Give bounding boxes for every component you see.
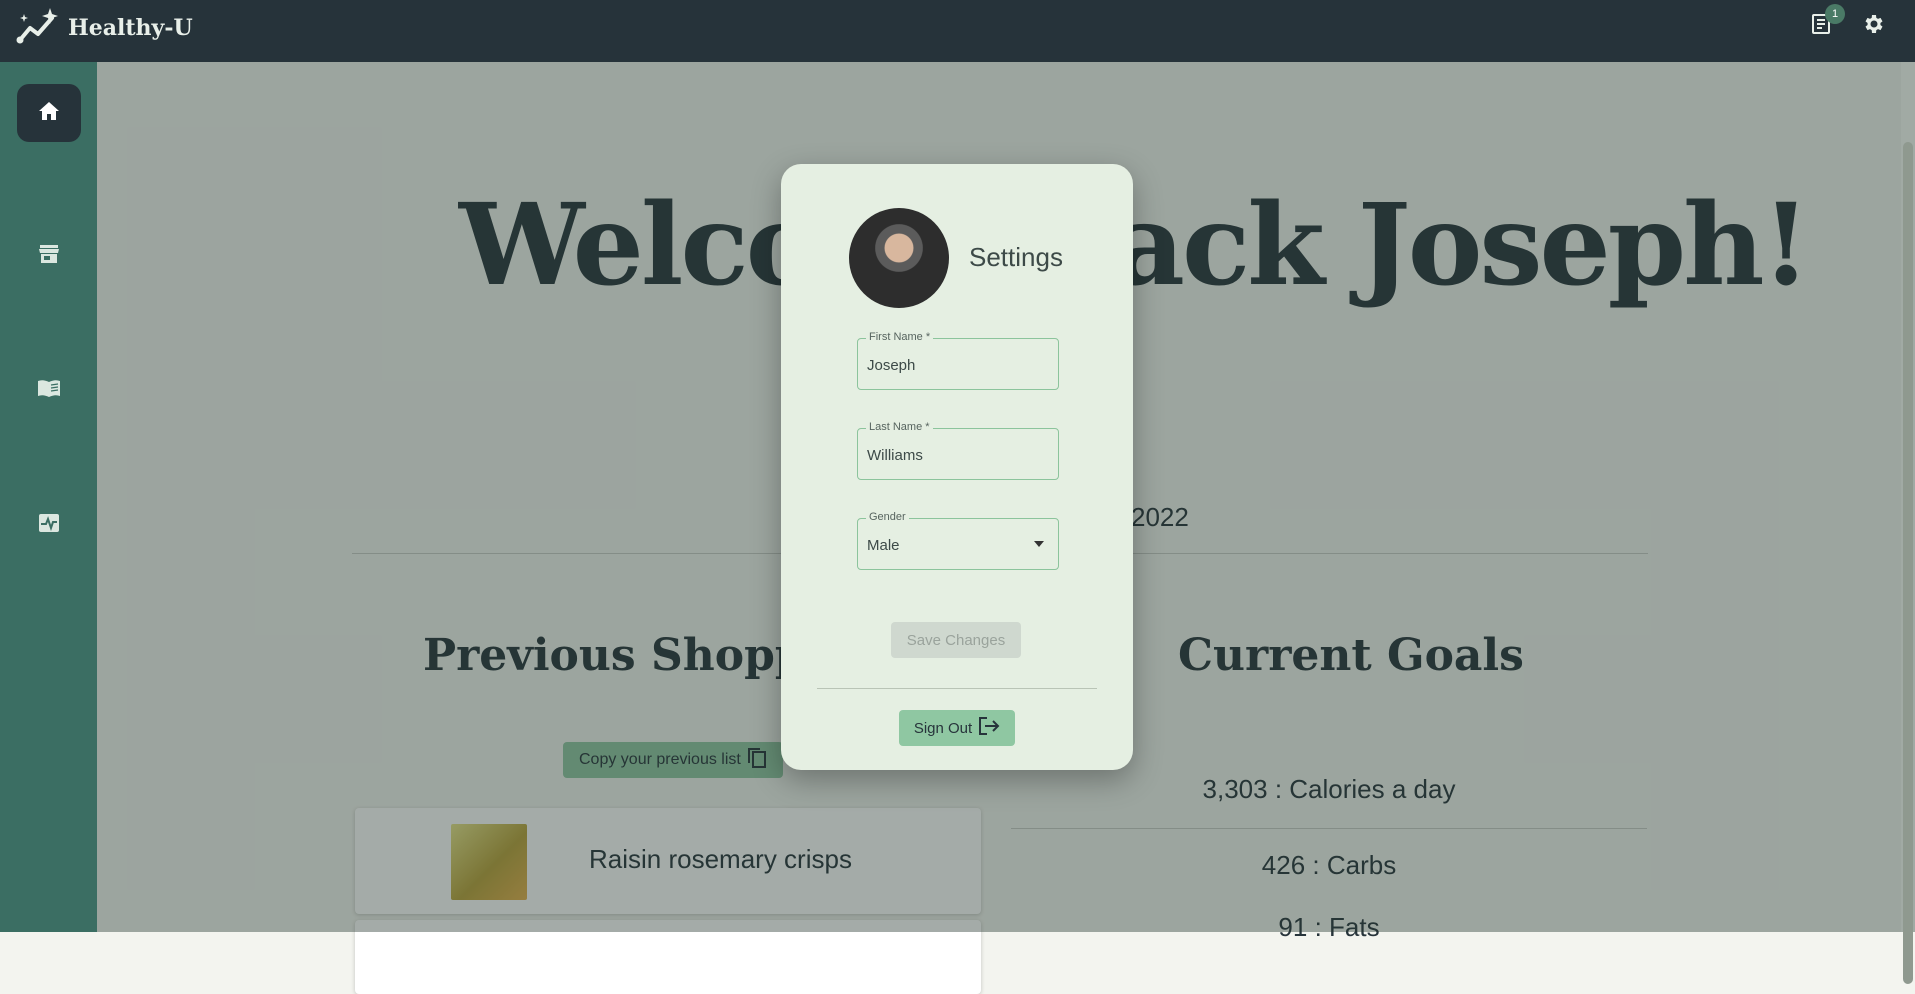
scrollbar-thumb[interactable] bbox=[1903, 142, 1913, 984]
brand[interactable]: Healthy-U bbox=[16, 6, 193, 49]
last-name-field[interactable]: Last Name * Williams bbox=[857, 421, 1059, 480]
sidebar bbox=[0, 62, 97, 932]
logout-icon bbox=[978, 716, 1000, 740]
settings-modal: Settings First Name * Joseph Last Name *… bbox=[781, 164, 1133, 770]
notes-button[interactable]: 1 bbox=[1807, 4, 1845, 40]
gender-label: Gender bbox=[866, 511, 909, 523]
first-name-value: Joseph bbox=[867, 357, 916, 374]
logo-icon bbox=[16, 6, 62, 49]
gear-icon bbox=[1861, 12, 1885, 41]
modal-divider bbox=[817, 688, 1097, 689]
nav-home[interactable] bbox=[17, 84, 81, 142]
scrollbar[interactable] bbox=[1901, 62, 1915, 984]
top-bar: Healthy-U 1 bbox=[0, 0, 1915, 62]
settings-button[interactable] bbox=[1859, 12, 1887, 40]
home-icon bbox=[38, 101, 60, 126]
sign-out-label: Sign Out bbox=[913, 719, 973, 737]
notification-badge: 1 bbox=[1825, 4, 1845, 24]
last-name-label: Last Name * bbox=[866, 421, 933, 433]
brand-name: Healthy-U bbox=[68, 14, 193, 41]
first-name-field[interactable]: First Name * Joseph bbox=[857, 331, 1059, 390]
nav-store[interactable] bbox=[17, 227, 81, 285]
avatar[interactable] bbox=[849, 208, 949, 308]
nav-health[interactable] bbox=[17, 496, 81, 554]
gender-value: Male bbox=[867, 537, 900, 554]
nav-recipes[interactable] bbox=[17, 361, 81, 419]
modal-title: Settings bbox=[969, 242, 1063, 272]
sign-out-button[interactable]: Sign Out bbox=[899, 710, 1015, 746]
health-icon bbox=[38, 513, 60, 538]
book-icon bbox=[37, 378, 61, 403]
save-changes-button[interactable]: Save Changes bbox=[891, 622, 1021, 658]
gender-select[interactable]: Gender Male bbox=[857, 511, 1059, 570]
store-icon bbox=[38, 244, 60, 269]
chevron-down-icon bbox=[1034, 541, 1044, 547]
last-name-value: Williams bbox=[867, 447, 923, 464]
first-name-label: First Name * bbox=[866, 331, 934, 343]
